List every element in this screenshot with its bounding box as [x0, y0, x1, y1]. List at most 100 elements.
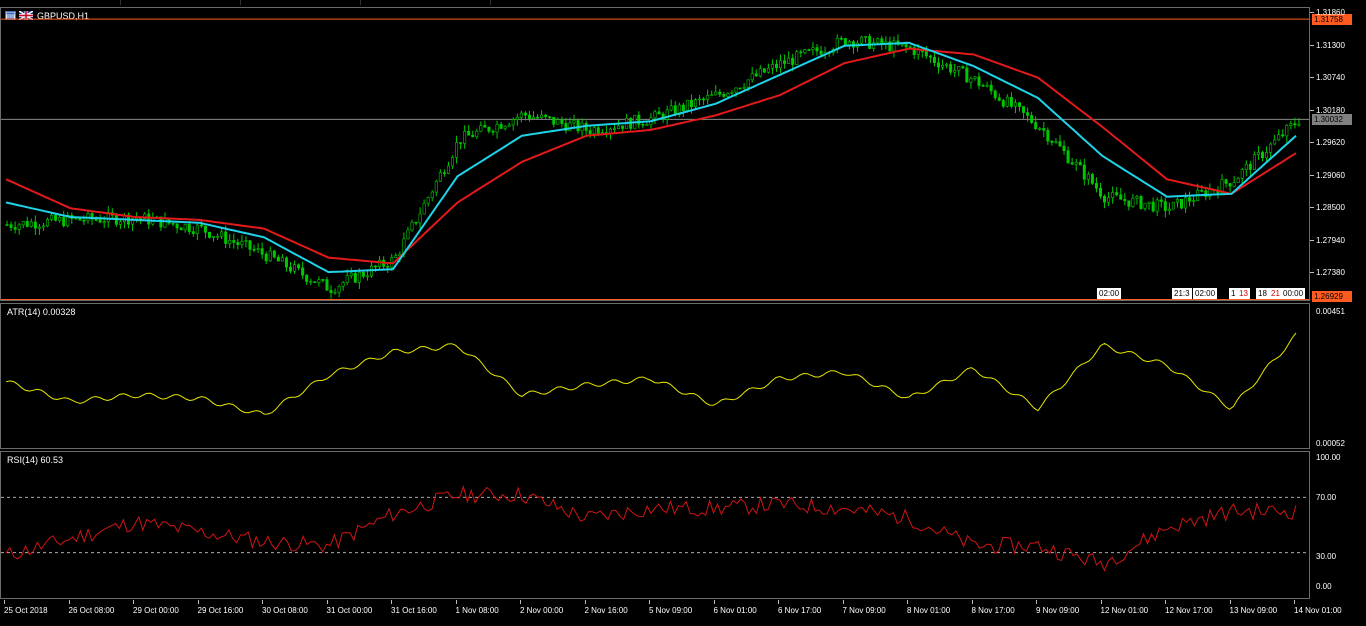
toolbar-segment	[240, 0, 361, 5]
candle-body	[1171, 201, 1175, 210]
candle-body	[1151, 201, 1155, 212]
atr-tick-label: 0.00451	[1316, 307, 1345, 316]
time-axis-tick	[649, 600, 650, 604]
candle-body	[418, 213, 422, 224]
candle-body	[333, 291, 337, 294]
candle-body	[839, 37, 843, 40]
candle-body	[762, 68, 766, 73]
candle-body	[276, 256, 280, 262]
candle-body	[1103, 195, 1107, 203]
candle-body	[924, 51, 928, 57]
candle-body	[523, 112, 527, 116]
time-axis-tick	[520, 600, 521, 604]
candle-body	[1094, 183, 1098, 189]
candle-body	[527, 114, 531, 120]
time-axis-label: 9 Nov 09:00	[1036, 606, 1080, 615]
price-chart-pane[interactable]: GBPUSD,H1	[0, 7, 1310, 301]
price-tick-label: 1.30180	[1316, 105, 1345, 115]
atr-indicator-pane[interactable]: ATR(14) 0.00328	[0, 303, 1310, 449]
candle-body	[892, 40, 896, 52]
candle-body	[171, 222, 175, 225]
candle-body	[1297, 123, 1301, 126]
candle-body	[25, 221, 29, 227]
candle-body	[1261, 152, 1265, 159]
candle-body	[702, 98, 706, 101]
candle-body	[1078, 162, 1082, 166]
time-axis[interactable]: 25 Oct 2018 26 Oct 08:00 29 Oct 00:00 29 Oc…	[0, 600, 1342, 626]
candle-body	[483, 125, 487, 128]
candle-body	[459, 142, 463, 144]
candle-body	[1030, 115, 1034, 123]
candle-body	[349, 272, 353, 277]
time-tag: 00:00	[1281, 288, 1306, 299]
time-axis-label: 26 Oct 08:00	[68, 606, 115, 615]
time-axis-label: 13 Nov 09:00	[1229, 606, 1278, 615]
candle-body	[997, 97, 1001, 101]
candle-body	[293, 264, 297, 272]
candle-body	[288, 266, 292, 272]
price-tick-mark	[1310, 142, 1314, 144]
candle-body	[689, 99, 693, 108]
time-axis-label: 2 Nov 00:00	[520, 606, 564, 615]
candle-body	[746, 79, 750, 88]
price-tick-mark	[1310, 272, 1314, 274]
time-axis-tick	[1229, 600, 1231, 604]
candle-body	[868, 36, 872, 49]
rsi-indicator-pane[interactable]: RSI(14) 60.53	[0, 451, 1310, 599]
time-axis-tick	[1165, 600, 1166, 604]
candle-body	[232, 240, 236, 243]
time-tag: 13	[1237, 288, 1250, 299]
candle-body	[904, 43, 908, 48]
candle-body	[471, 134, 475, 138]
time-axis-tick	[842, 600, 844, 604]
candle-body	[787, 57, 791, 64]
candle-body	[1070, 162, 1074, 165]
candle-body	[1192, 200, 1196, 202]
candle-body	[414, 221, 418, 224]
candle-body	[726, 92, 730, 97]
candle-body	[1256, 152, 1260, 155]
candle-body	[467, 130, 471, 136]
candle-body	[1013, 102, 1017, 107]
candle-body	[191, 231, 195, 234]
candle-body	[783, 60, 787, 64]
time-axis-label: 14 Nov 01:00	[1294, 606, 1342, 615]
candle-body	[932, 56, 936, 63]
candle-body	[540, 114, 544, 118]
candle-body	[216, 235, 220, 238]
price-tick-label: 1.28500	[1316, 203, 1345, 213]
candle-body	[1074, 162, 1078, 165]
candle-body	[479, 125, 483, 132]
candle-body	[953, 70, 957, 73]
candle-body	[1066, 150, 1070, 164]
candle-body	[1026, 112, 1030, 116]
price-chart-canvas[interactable]	[1, 8, 1309, 300]
candle-body	[13, 227, 17, 230]
candle-body	[592, 127, 596, 135]
candle-body	[309, 281, 313, 283]
candle-body	[62, 216, 66, 227]
candle-body	[653, 111, 657, 119]
candle-body	[1022, 106, 1026, 113]
atr-chart-canvas[interactable]	[1, 304, 1309, 448]
rsi-chart-canvas[interactable]	[1, 452, 1309, 598]
candle-body	[317, 279, 321, 283]
candle-body	[519, 112, 523, 118]
candle-body	[268, 250, 272, 262]
candle-body	[531, 116, 535, 120]
candle-body	[94, 218, 98, 221]
candle-body	[325, 279, 329, 291]
candle-body	[799, 51, 803, 54]
candle-body	[774, 63, 778, 69]
candle-body	[208, 231, 212, 238]
candle-body	[1062, 145, 1066, 151]
candle-body	[147, 213, 151, 225]
candle-body	[495, 124, 499, 133]
candle-body	[446, 165, 450, 174]
time-tag: 02:00	[1097, 288, 1122, 299]
candle-body	[949, 64, 953, 73]
candle-body	[795, 51, 799, 65]
time-axis-tick	[455, 600, 457, 604]
candle-body	[985, 84, 989, 87]
candle-body	[1127, 200, 1131, 207]
